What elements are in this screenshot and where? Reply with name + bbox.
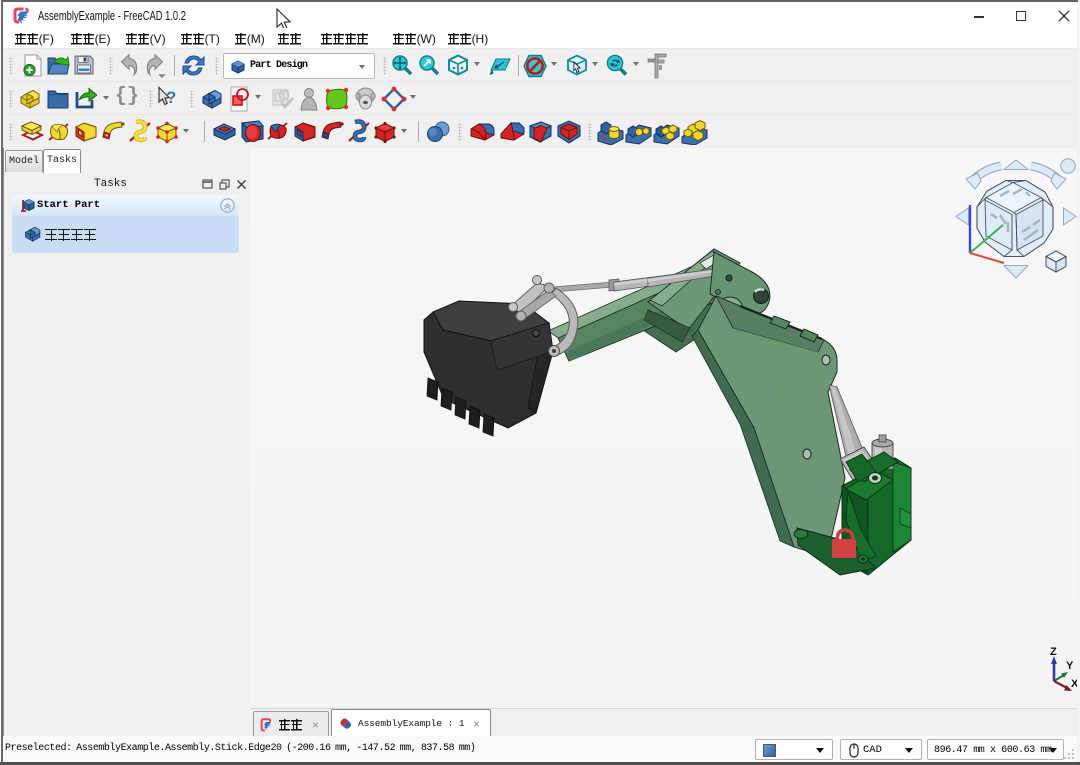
- svg-text:?: ?: [166, 88, 176, 107]
- svg-text:Z: Z: [1050, 646, 1057, 658]
- svg-text:Y: Y: [1066, 660, 1074, 672]
- svg-text:X: X: [1071, 678, 1077, 690]
